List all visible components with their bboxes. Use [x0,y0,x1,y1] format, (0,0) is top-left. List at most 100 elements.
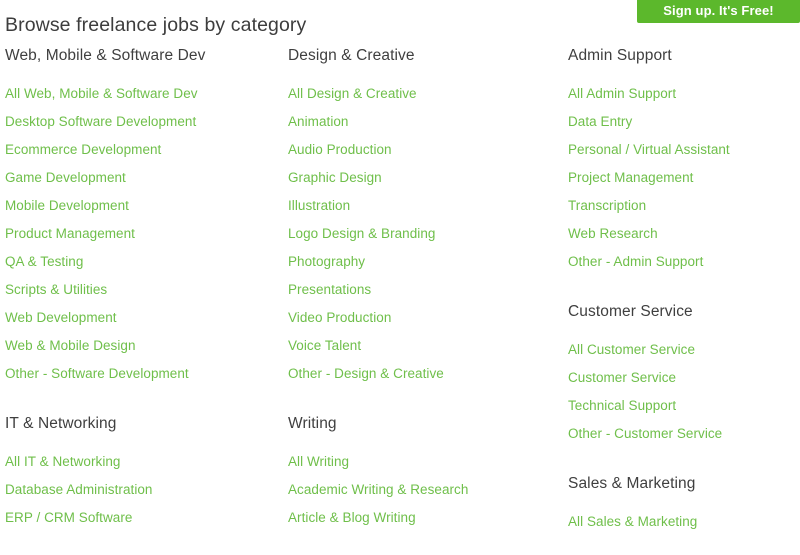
category-link[interactable]: Web Development [5,304,283,332]
category-link[interactable]: Illustration [288,192,563,220]
category-link-list: All Writing Academic Writing & Research Ar… [288,448,563,532]
category-link[interactable]: All Web, Mobile & Software Dev [5,80,283,108]
category-link[interactable]: Presentations [288,276,563,304]
category-link[interactable]: Ecommerce Development [5,136,283,164]
category-link[interactable]: All Customer Service [568,336,800,364]
category-group: Writing All Writing Academic Writing & Res… [288,413,563,532]
category-group-heading: IT & Networking [5,415,117,432]
category-link[interactable]: ERP / CRM Software [5,504,283,532]
category-link-list: All Sales & Marketing [568,508,800,536]
category-link[interactable]: All Admin Support [568,80,800,108]
sign-up-button[interactable]: Sign up. It's Free! [637,0,800,23]
list-item: Logo Design & Branding [288,220,563,248]
list-item: Mobile Development [5,192,283,220]
category-group: Web, Mobile & Software Dev All Web, Mobil… [5,45,283,388]
category-link[interactable]: Other - Software Development [5,360,283,388]
category-group: Admin Support All Admin Support Data Entry… [568,45,800,276]
list-item: Video Production [288,304,563,332]
category-link[interactable]: Web & Mobile Design [5,332,283,360]
list-item: Web Research [568,220,800,248]
list-item: All Design & Creative [288,80,563,108]
category-link[interactable]: Article & Blog Writing [288,504,563,532]
category-columns: Web, Mobile & Software Dev All Web, Mobil… [0,45,800,555]
category-link[interactable]: All Writing [288,448,563,476]
list-item: Illustration [288,192,563,220]
list-item: Article & Blog Writing [288,504,563,532]
category-link[interactable]: Desktop Software Development [5,108,283,136]
list-item: Web & Mobile Design [5,332,283,360]
list-item: Presentations [288,276,563,304]
list-item: Desktop Software Development [5,108,283,136]
list-item: Scripts & Utilities [5,276,283,304]
category-link[interactable]: Data Entry [568,108,800,136]
list-item: Other - Customer Service [568,420,800,448]
page-title: Browse freelance jobs by category [5,14,307,37]
category-group: IT & Networking All IT & Networking Databa… [5,413,283,532]
category-link[interactable]: Voice Talent [288,332,563,360]
list-item: Game Development [5,164,283,192]
category-group: Sales & Marketing All Sales & Marketing [568,473,800,536]
category-link[interactable]: Other - Customer Service [568,420,800,448]
category-group-heading: Web, Mobile & Software Dev [5,47,206,64]
list-item: Technical Support [568,392,800,420]
category-column-1: Web, Mobile & Software Dev All Web, Mobil… [5,45,283,532]
list-item: Photography [288,248,563,276]
category-link[interactable]: Web Research [568,220,800,248]
category-link[interactable]: Customer Service [568,364,800,392]
category-link[interactable]: All IT & Networking [5,448,283,476]
list-item: All Customer Service [568,336,800,364]
list-item: ERP / CRM Software [5,504,283,532]
category-link[interactable]: Personal / Virtual Assistant [568,136,800,164]
list-item: Product Management [5,220,283,248]
list-item: Other - Design & Creative [288,360,563,388]
category-link[interactable]: All Design & Creative [288,80,563,108]
category-link-list: All Web, Mobile & Software Dev Desktop So… [5,80,283,388]
list-item: Graphic Design [288,164,563,192]
list-item: Customer Service [568,364,800,392]
category-link[interactable]: Scripts & Utilities [5,276,283,304]
category-link[interactable]: Project Management [568,164,800,192]
list-item: All Web, Mobile & Software Dev [5,80,283,108]
category-link[interactable]: Product Management [5,220,283,248]
category-link[interactable]: Animation [288,108,563,136]
list-item: Project Management [568,164,800,192]
page-header: Browse freelance jobs by category Sign u… [0,0,800,45]
list-item: Other - Admin Support [568,248,800,276]
category-link[interactable]: Other - Admin Support [568,248,800,276]
category-link[interactable]: Transcription [568,192,800,220]
category-link-list: All Design & Creative Animation Audio Prod… [288,80,563,388]
category-link[interactable]: Game Development [5,164,283,192]
list-item: All Writing [288,448,563,476]
category-link[interactable]: Photography [288,248,563,276]
category-link[interactable]: Logo Design & Branding [288,220,563,248]
category-group-heading: Sales & Marketing [568,475,696,492]
category-link[interactable]: Graphic Design [288,164,563,192]
list-item: Personal / Virtual Assistant [568,136,800,164]
list-item: Animation [288,108,563,136]
category-link[interactable]: Audio Production [288,136,563,164]
category-link[interactable]: Other - Design & Creative [288,360,563,388]
list-item: QA & Testing [5,248,283,276]
list-item: Audio Production [288,136,563,164]
category-link[interactable]: Database Administration [5,476,283,504]
list-item: Data Entry [568,108,800,136]
category-link[interactable]: Video Production [288,304,563,332]
category-link-list: All Admin Support Data Entry Personal / Vi… [568,80,800,276]
category-link[interactable]: QA & Testing [5,248,283,276]
category-group: Design & Creative All Design & Creative An… [288,45,563,388]
category-group-heading: Writing [288,415,337,432]
category-link[interactable]: Mobile Development [5,192,283,220]
category-link[interactable]: Academic Writing & Research [288,476,563,504]
category-link[interactable]: All Sales & Marketing [568,508,800,536]
list-item: Web Development [5,304,283,332]
list-item: All IT & Networking [5,448,283,476]
list-item: Other - Software Development [5,360,283,388]
category-group: Customer Service All Customer Service Cust… [568,301,800,448]
list-item: Voice Talent [288,332,563,360]
category-link[interactable]: Technical Support [568,392,800,420]
list-item: Transcription [568,192,800,220]
category-link-list: All Customer Service Customer Service Tech… [568,336,800,448]
list-item: All Sales & Marketing [568,508,800,536]
category-column-3: Admin Support All Admin Support Data Entry… [568,45,800,536]
list-item: All Admin Support [568,80,800,108]
